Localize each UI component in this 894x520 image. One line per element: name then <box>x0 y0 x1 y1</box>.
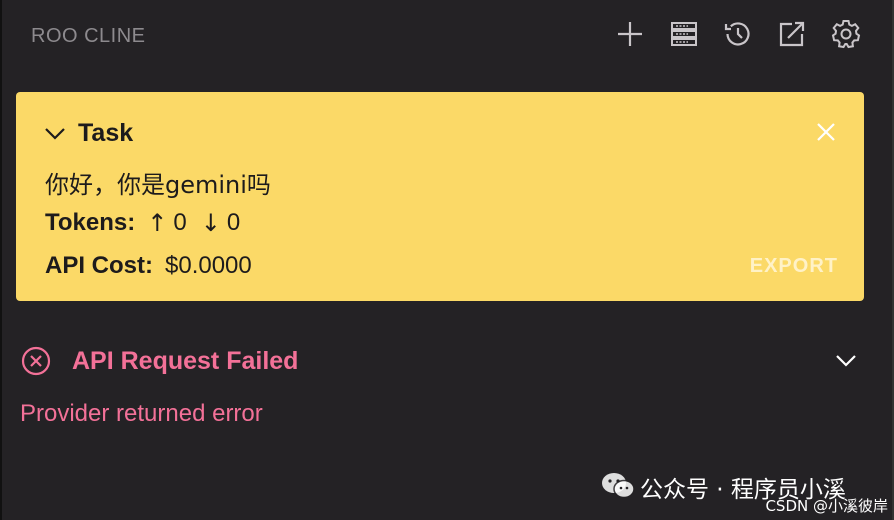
tokens-row: Tokens: ↑ 0 ↓ 0 <box>45 209 254 237</box>
watermark-csdn: CSDN @小溪彼岸 <box>765 497 888 515</box>
task-title: Task <box>78 119 134 147</box>
wechat-icon <box>602 473 635 499</box>
tokens-label: Tokens: <box>45 209 136 236</box>
history-icon[interactable] <box>722 18 754 50</box>
chevron-down-icon[interactable] <box>44 127 66 141</box>
chevron-down-icon[interactable] <box>832 347 860 375</box>
tokens-out-value: 0 <box>226 209 241 236</box>
gear-icon[interactable] <box>830 18 862 50</box>
left-border <box>0 0 2 520</box>
task-header[interactable]: Task <box>44 119 133 148</box>
api-cost-value: $0.0000 <box>165 252 252 279</box>
open-external-icon[interactable] <box>776 18 808 50</box>
export-button[interactable]: EXPORT <box>750 255 838 278</box>
arrow-up-icon: ↑ <box>147 209 168 237</box>
arrow-down-icon: ↓ <box>200 209 221 237</box>
api-cost-label: API Cost: <box>45 252 153 279</box>
task-card: Task 你好，你是gemini吗 Tokens: ↑ 0 ↓ 0 API Co… <box>16 92 864 301</box>
close-icon[interactable] <box>812 118 840 146</box>
api-error-header[interactable]: API Request Failed <box>20 343 860 379</box>
server-icon[interactable] <box>668 18 700 50</box>
error-title: API Request Failed <box>72 346 299 375</box>
error-circle-icon <box>21 346 51 376</box>
roo-cline-panel: ROO CLINE Task 你好，你是gemini吗 Tokens: ↑ 0 … <box>0 0 894 520</box>
plus-icon[interactable] <box>614 18 646 50</box>
error-message: Provider returned error <box>20 400 263 427</box>
task-message: 你好，你是gemini吗 <box>45 171 271 199</box>
header-toolbar <box>614 18 862 50</box>
api-cost-row: API Cost: $0.0000 <box>45 252 252 280</box>
app-title: ROO CLINE <box>31 25 146 47</box>
tokens-in-value: 0 <box>173 209 187 236</box>
